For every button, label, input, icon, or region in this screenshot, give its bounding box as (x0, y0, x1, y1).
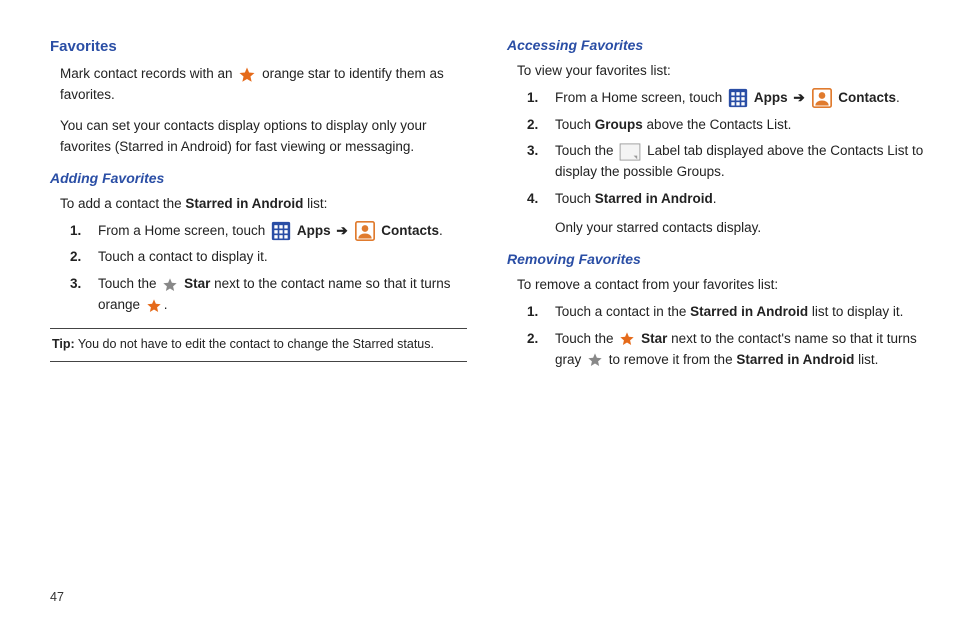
list-item: Touch a contact to display it. (86, 247, 467, 268)
star-label: Star (184, 276, 210, 291)
groups-label: Groups (595, 117, 643, 132)
text: list to display it. (808, 304, 903, 319)
manual-page: Favorites Mark contact records with an o… (0, 0, 954, 387)
contacts-icon (355, 221, 375, 241)
star-orange-icon (238, 66, 256, 84)
heading-accessing-favorites: Accessing Favorites (507, 35, 924, 57)
starred-label: Starred in Android (736, 352, 854, 367)
star-orange-icon (619, 331, 635, 347)
intro-paragraph-1: Mark contact records with an orange star… (60, 64, 467, 106)
text: From a Home screen, touch (98, 223, 269, 238)
starred-label: Starred in Android (690, 304, 808, 319)
text: Touch the (98, 276, 160, 291)
heading-adding-favorites: Adding Favorites (50, 168, 467, 190)
list-item: Touch the Star next to the contact's nam… (543, 329, 924, 371)
page-number: 47 (50, 590, 64, 604)
starred-label: Starred in Android (595, 191, 713, 206)
list-item: Touch the Label tab displayed above the … (543, 141, 924, 183)
heading-removing-favorites: Removing Favorites (507, 249, 924, 271)
text: Touch the (555, 143, 617, 158)
adding-steps: From a Home screen, touch Apps ➔ Contact… (60, 221, 467, 317)
step-note: Only your starred contacts display. (555, 218, 924, 239)
star-label: Star (641, 331, 667, 346)
removing-steps: Touch a contact in the Starred in Androi… (517, 302, 924, 371)
list-item: From a Home screen, touch Apps ➔ Contact… (86, 221, 467, 242)
text: to remove it from the (609, 352, 737, 367)
heading-favorites: Favorites (50, 35, 467, 58)
tip-label: Tip: (52, 337, 75, 351)
text: Touch the (555, 331, 617, 346)
list-item: From a Home screen, touch Apps ➔ Contact… (543, 88, 924, 109)
text: above the Contacts List. (643, 117, 792, 132)
star-gray-icon (587, 352, 603, 368)
text: Touch (555, 191, 595, 206)
text: list. (854, 352, 878, 367)
contacts-icon (812, 88, 832, 108)
apps-label: Apps (297, 223, 331, 238)
tip-box: Tip: You do not have to edit the contact… (50, 328, 467, 361)
right-column: Accessing Favorites To view your favorit… (507, 35, 924, 377)
apps-label: Apps (754, 90, 788, 105)
left-column: Favorites Mark contact records with an o… (50, 35, 467, 377)
list-item: Touch the Star next to the contact name … (86, 274, 467, 316)
star-gray-icon (162, 277, 178, 293)
text: list: (303, 196, 327, 211)
accessing-steps: From a Home screen, touch Apps ➔ Contact… (517, 88, 924, 240)
text-bold: Starred in Android (185, 196, 303, 211)
apps-icon (728, 88, 748, 108)
arrow-icon: ➔ (793, 90, 804, 105)
star-orange-icon (146, 298, 162, 314)
apps-icon (271, 221, 291, 241)
text: Touch a contact in the (555, 304, 690, 319)
label-tab-icon (619, 143, 641, 161)
list-item: Touch a contact in the Starred in Androi… (543, 302, 924, 323)
text: Touch (555, 117, 595, 132)
contacts-label: Contacts (838, 90, 896, 105)
list-item: Touch Starred in Android. Only your star… (543, 189, 924, 239)
removing-intro: To remove a contact from your favorites … (517, 275, 924, 296)
arrow-icon: ➔ (336, 223, 347, 238)
intro-paragraph-2: You can set your contacts display option… (60, 116, 467, 158)
text: Mark contact records with an (60, 66, 233, 81)
adding-intro: To add a contact the Starred in Android … (60, 194, 467, 215)
tip-text: You do not have to edit the contact to c… (75, 337, 434, 351)
contacts-label: Contacts (381, 223, 439, 238)
text: From a Home screen, touch (555, 90, 726, 105)
accessing-intro: To view your favorites list: (517, 61, 924, 82)
list-item: Touch Groups above the Contacts List. (543, 115, 924, 136)
text: To add a contact the (60, 196, 185, 211)
